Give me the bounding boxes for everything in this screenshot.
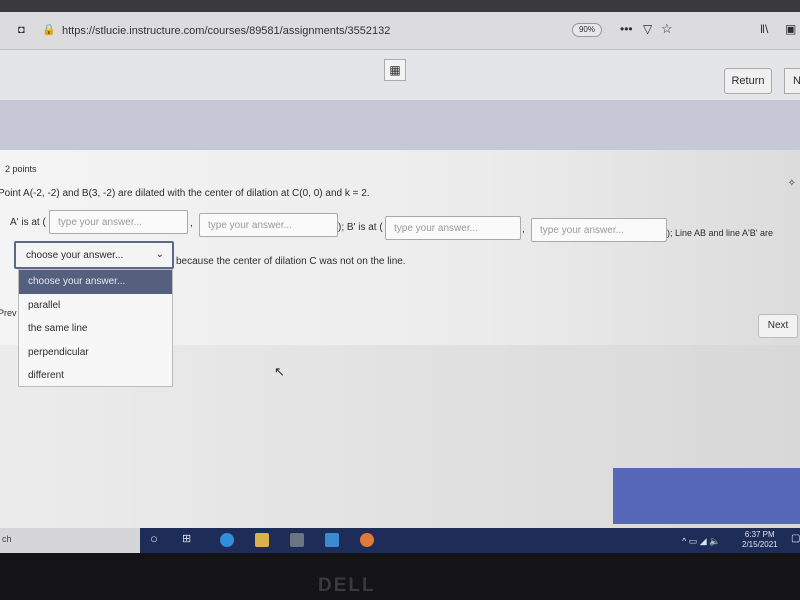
clock-time: 6:37 PM <box>744 530 775 539</box>
url-text[interactable]: https://stlucie.instructure.com/courses/… <box>62 25 390 37</box>
b-prime-y-input[interactable]: type your answer... <box>531 218 667 242</box>
blue-overlay-panel <box>613 468 800 524</box>
pocket-icon[interactable]: ▽ <box>643 22 652 36</box>
clock-date: 2/15/2021 <box>742 540 778 549</box>
calculator-icon[interactable]: ▦ <box>384 59 406 81</box>
notification-icon[interactable]: ▢ <box>791 533 800 544</box>
chevron-down-icon: ⌄ <box>155 249 164 260</box>
a-prime-label: A' is at ( <box>10 217 46 228</box>
browser-address-bar: ◘ 🔒 https://stlucie.instructure.com/cour… <box>0 12 800 50</box>
question-prompt: Point A(-2, -2) and B(3, -2) are dilated… <box>0 188 370 199</box>
edge-icon[interactable] <box>220 533 234 547</box>
monitor-bezel-bottom <box>0 553 800 600</box>
next-button[interactable]: Next <box>758 314 798 338</box>
sidebar-icon[interactable]: ▣ <box>785 22 796 36</box>
reason-text: because the center of dilation C was not… <box>176 256 406 267</box>
return-button[interactable]: Return <box>724 68 772 94</box>
bookmark-star-icon[interactable]: ☆ <box>661 21 673 37</box>
points-label: 2 points <box>5 164 37 174</box>
mail-icon[interactable] <box>325 533 339 547</box>
dropdown-option[interactable]: perpendicular <box>19 341 172 365</box>
shield-icon[interactable]: ◘ <box>18 24 25 36</box>
system-clock[interactable]: 6:37 PM 2/15/2021 <box>742 530 778 550</box>
dropdown-option[interactable]: different <box>19 364 172 388</box>
cortana-icon[interactable]: ○ <box>150 531 158 546</box>
header-band <box>0 100 800 150</box>
dell-logo: DELL <box>318 575 376 596</box>
comma: , <box>522 224 525 235</box>
search-box[interactable]: ch <box>2 534 12 544</box>
comma: , <box>190 218 193 229</box>
dropdown-menu: choose your answer... parallel the same … <box>18 269 173 387</box>
previous-button[interactable]: Prev <box>0 308 17 318</box>
zoom-level-badge[interactable]: 90% <box>572 23 602 37</box>
dropdown-option[interactable]: choose your answer... <box>19 270 172 294</box>
a-prime-y-input[interactable]: type your answer... <box>199 213 338 237</box>
lock-icon[interactable]: 🔒 <box>42 23 56 36</box>
dropdown-option[interactable]: the same line <box>19 317 172 341</box>
mouse-cursor-icon: ↖ <box>274 364 285 379</box>
pin-icon[interactable]: ✧ <box>788 178 796 189</box>
next-top-button[interactable]: N <box>784 68 800 94</box>
firefox-icon[interactable] <box>360 533 374 547</box>
b-prime-label: ); B' is at ( <box>338 222 383 233</box>
dropdown-value: choose your answer... <box>26 250 124 261</box>
line-comparison-text: ); Line AB and line A'B' are <box>667 228 774 238</box>
library-icon[interactable]: ‖\ <box>760 22 768 36</box>
task-view-icon[interactable]: ⊞ <box>182 532 191 545</box>
tray-icons[interactable]: ^ ▭ ◢ 🔈 <box>682 536 720 547</box>
answer-dropdown[interactable]: choose your answer... ⌄ <box>14 241 174 269</box>
b-prime-x-input[interactable]: type your answer... <box>385 216 521 240</box>
monitor-bezel-top <box>0 0 800 12</box>
a-prime-x-input[interactable]: type your answer... <box>49 210 188 234</box>
windows-taskbar: ch <box>0 528 800 553</box>
store-icon[interactable] <box>290 533 304 547</box>
more-icon[interactable]: ••• <box>620 22 633 36</box>
dropdown-option[interactable]: parallel <box>19 294 172 318</box>
file-explorer-icon[interactable] <box>255 533 269 547</box>
